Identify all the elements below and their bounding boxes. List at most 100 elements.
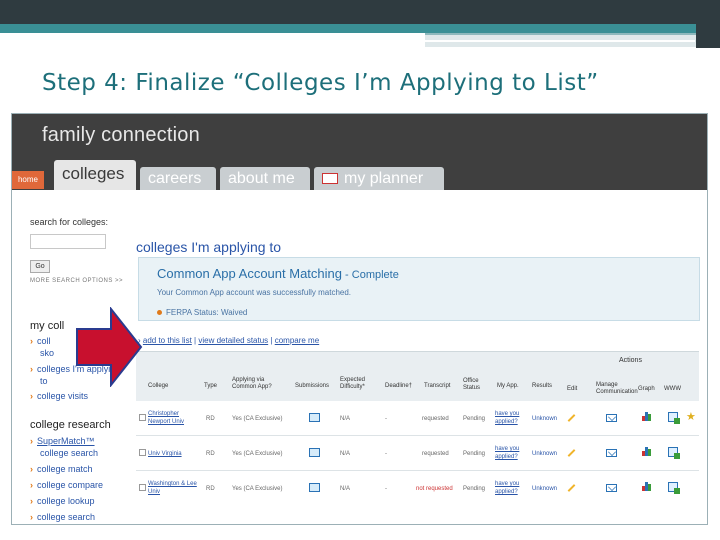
results-cell: Unknown <box>532 416 558 422</box>
table-row: Christopher Newport Univ RD Yes (CA Excl… <box>136 402 699 436</box>
match-message: Your Common App account was successfully… <box>157 288 352 297</box>
submissions-icon[interactable] <box>309 483 320 492</box>
sidebar-link-college-lookup[interactable]: › college lookup <box>30 496 95 506</box>
office-status-cell: Pending <box>463 486 486 492</box>
search-go-button[interactable]: Go <box>30 260 50 273</box>
type-cell: RD <box>206 416 215 422</box>
add-to-list-link[interactable]: add to this list <box>143 336 192 345</box>
bullet-icon <box>157 310 162 315</box>
deadline-cell: - <box>385 451 387 457</box>
submissions-icon[interactable] <box>309 448 320 457</box>
table-row: Washington & Lee Univ RD Yes (CA Exclusi… <box>136 472 699 506</box>
col-header[interactable]: Transcript <box>424 383 450 390</box>
col-header[interactable]: My App. <box>497 383 519 390</box>
sidebar-link-fragment[interactable]: sko <box>40 348 54 358</box>
college-name-link[interactable]: Washington & Lee Univ <box>148 480 200 496</box>
tab-my-planner-label: my planner <box>344 170 424 187</box>
search-label: search for colleges: <box>30 217 109 227</box>
chevron-right-icon: › <box>30 464 33 474</box>
deadline-cell: - <box>385 416 387 422</box>
home-tab[interactable]: home <box>12 171 44 189</box>
row-checkbox[interactable] <box>139 484 146 491</box>
graph-icon[interactable] <box>642 447 652 456</box>
edit-pencil-icon[interactable] <box>567 484 576 492</box>
star-icon[interactable]: ★ <box>686 412 696 423</box>
college-search-input[interactable] <box>30 234 106 249</box>
tab-colleges[interactable]: colleges <box>54 160 136 190</box>
sidebar-link-colleges-applying-cont[interactable]: to <box>40 376 48 386</box>
mail-icon[interactable] <box>606 449 617 457</box>
slide-teal-band <box>0 24 696 33</box>
tab-my-planner[interactable]: my planner <box>314 167 444 190</box>
sidebar-link-college-compare[interactable]: › college compare <box>30 480 103 490</box>
chevron-right-icon: › <box>30 391 33 401</box>
chevron-right-icon: › <box>30 512 33 522</box>
pointer-arrow-icon <box>76 307 143 387</box>
app-screenshot: family connection home colleges careers … <box>11 113 708 525</box>
col-header: WWW <box>664 386 681 392</box>
table-row: Univ Virginia RD Yes (CA Exclusive) N/A … <box>136 437 699 471</box>
results-cell: Unknown <box>532 486 558 492</box>
col-header[interactable]: Submissions <box>295 383 329 390</box>
slide-title: Step 4: Finalize “Colleges I’m Applying … <box>42 70 599 96</box>
tab-about-me[interactable]: about me <box>220 167 310 190</box>
compare-me-link[interactable]: compare me <box>275 336 319 345</box>
match-title: Common App Account Matching - Complete <box>157 266 399 281</box>
edit-pencil-icon[interactable] <box>567 449 576 457</box>
sidebar-link-supermatch[interactable]: › SuperMatch™ <box>30 436 95 446</box>
my-app-link[interactable]: have you applied? <box>495 480 527 496</box>
row-checkbox[interactable] <box>139 414 146 421</box>
mail-icon[interactable] <box>606 414 617 422</box>
transcript-cell: not requested <box>416 486 453 492</box>
edit-pencil-icon[interactable] <box>567 414 576 422</box>
difficulty-cell: N/A <box>340 416 351 422</box>
col-header[interactable]: Results <box>532 383 552 390</box>
type-cell: RD <box>206 451 215 457</box>
mail-icon[interactable] <box>606 484 617 492</box>
my-app-link[interactable]: have you applied? <box>495 445 527 461</box>
graph-icon[interactable] <box>642 412 652 421</box>
more-search-options-link[interactable]: MORE SEARCH OPTIONS >> <box>30 278 123 284</box>
office-status-cell: Pending <box>463 416 486 422</box>
results-cell: Unknown <box>532 451 558 457</box>
graph-icon[interactable] <box>642 482 652 491</box>
my-colleges-heading: my coll <box>30 320 65 332</box>
my-app-link[interactable]: have you applied? <box>495 410 527 426</box>
col-header[interactable]: Expected Difficulty* <box>340 377 382 391</box>
common-app-match-box: Common App Account Matching - Complete Y… <box>138 257 700 321</box>
col-header: Edit <box>567 386 578 392</box>
slide-band-divider <box>425 40 695 42</box>
common-app-cell: Yes (CA Exclusive) <box>232 486 283 492</box>
detailed-status-link[interactable]: view detailed status <box>198 336 268 345</box>
slide-corner-accent <box>696 0 720 48</box>
www-icon[interactable] <box>668 482 680 494</box>
col-header: Graph <box>638 386 655 392</box>
deadline-cell: - <box>385 486 387 492</box>
type-cell: RD <box>206 486 215 492</box>
sidebar-link-college-search[interactable]: › college search <box>30 512 95 522</box>
submissions-icon[interactable] <box>309 413 320 422</box>
common-app-cell: Yes (CA Exclusive) <box>232 416 283 422</box>
www-icon[interactable] <box>668 412 680 424</box>
planner-icon <box>322 173 338 184</box>
sidebar-link-college-search-sub[interactable]: college search <box>40 448 98 458</box>
col-header[interactable]: College <box>148 383 168 390</box>
college-research-heading: college research <box>30 419 111 431</box>
sidebar-link-college-visits[interactable]: › college visits <box>30 391 88 401</box>
college-name-link[interactable]: Univ Virginia <box>148 450 182 458</box>
chevron-right-icon: › <box>30 480 33 490</box>
sidebar-link-colleges[interactable]: › coll <box>30 336 51 346</box>
www-icon[interactable] <box>668 447 680 459</box>
col-header[interactable]: Applying via Common App? <box>232 377 282 391</box>
college-name-link[interactable]: Christopher Newport Univ <box>148 410 200 426</box>
row-checkbox[interactable] <box>139 449 146 456</box>
col-header[interactable]: Type <box>204 383 217 390</box>
col-header[interactable]: Office Status <box>463 378 491 392</box>
sidebar-link-college-match[interactable]: › college match <box>30 464 93 474</box>
col-header[interactable]: Deadline† <box>385 383 412 390</box>
tab-careers[interactable]: careers <box>140 167 216 190</box>
slide-top-bar <box>0 0 720 24</box>
difficulty-cell: N/A <box>340 486 351 492</box>
common-app-cell: Yes (CA Exclusive) <box>232 451 283 457</box>
actions-header: Actions <box>619 357 642 364</box>
